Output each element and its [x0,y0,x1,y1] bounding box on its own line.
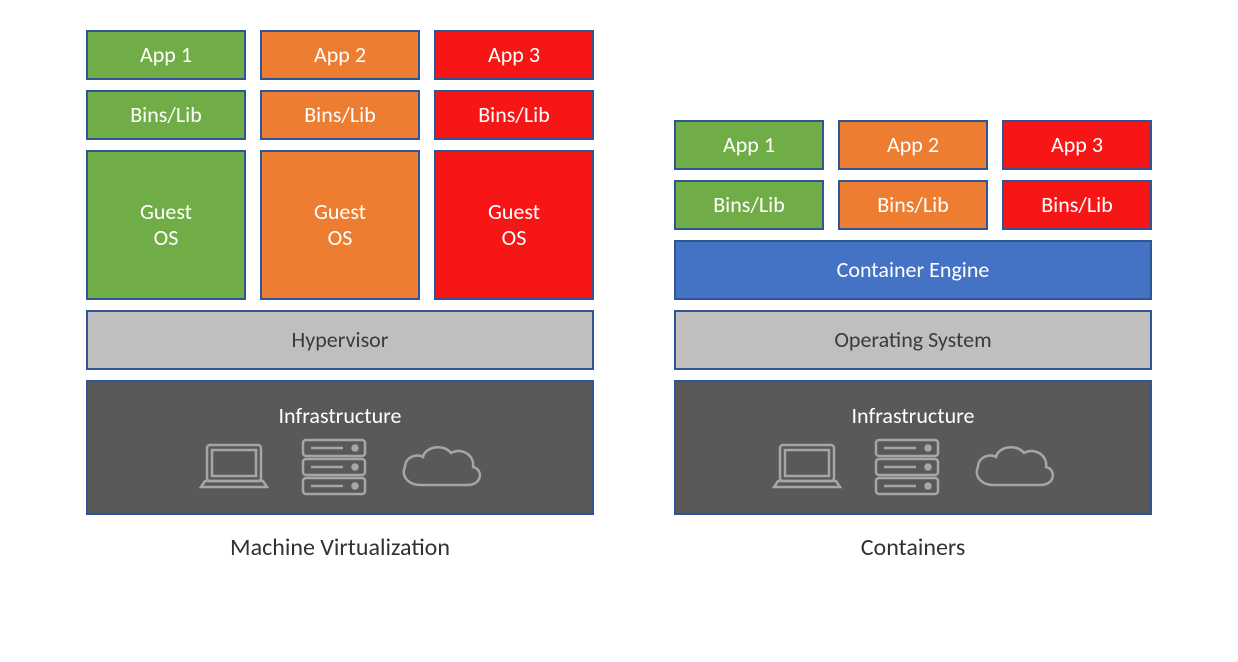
c-app-3: App 3 [1002,120,1152,170]
container-stack: App 1 App 2 App 3 Bins/Lib Bins/Lib Bins… [674,120,1152,562]
vm-guest-os-3: GuestOS [434,150,594,300]
c-operating-system: Operating System [674,310,1152,370]
vm-app-3: App 3 [434,30,594,80]
vm-bins-3: Bins/Lib [434,90,594,140]
cloud-icon [968,439,1058,495]
c-app-2: App 2 [838,120,988,170]
vm-hypervisor-row: Hypervisor [86,310,594,370]
c-infrastructure-label: Infrastructure [852,403,975,429]
c-app-1: App 1 [674,120,824,170]
cloud-icon [395,439,485,495]
c-infra-icons [768,436,1058,498]
vm-bins-row: Bins/Lib Bins/Lib Bins/Lib [86,90,594,140]
c-infrastructure: Infrastructure [674,380,1152,515]
vm-hypervisor: Hypervisor [86,310,594,370]
laptop-icon [768,439,846,495]
c-bins-row: Bins/Lib Bins/Lib Bins/Lib [674,180,1152,230]
diagram-wrapper: App 1 App 2 App 3 Bins/Lib Bins/Lib Bins… [30,30,1208,562]
vm-infrastructure-label: Infrastructure [279,403,402,429]
vm-title: Machine Virtualization [86,533,594,562]
c-infrastructure-row: Infrastructure [674,380,1152,515]
vm-bins-2: Bins/Lib [260,90,420,140]
vm-app-1: App 1 [86,30,246,80]
c-bins-3: Bins/Lib [1002,180,1152,230]
server-icon [295,436,373,498]
laptop-icon [195,439,273,495]
vm-infrastructure-row: Infrastructure [86,380,594,515]
c-app-row: App 1 App 2 App 3 [674,120,1152,170]
c-bins-2: Bins/Lib [838,180,988,230]
server-icon [868,436,946,498]
vm-app-row: App 1 App 2 App 3 [86,30,594,80]
c-bins-1: Bins/Lib [674,180,824,230]
container-engine: Container Engine [674,240,1152,300]
vm-bins-1: Bins/Lib [86,90,246,140]
vm-guest-os-2: GuestOS [260,150,420,300]
c-os-row: Operating System [674,310,1152,370]
vm-app-2: App 2 [260,30,420,80]
vm-infra-icons [195,436,485,498]
c-engine-row: Container Engine [674,240,1152,300]
vm-guestos-row: GuestOS GuestOS GuestOS [86,150,594,300]
vm-guest-os-1: GuestOS [86,150,246,300]
vm-stack: App 1 App 2 App 3 Bins/Lib Bins/Lib Bins… [86,30,594,562]
c-title: Containers [674,533,1152,562]
vm-infrastructure: Infrastructure [86,380,594,515]
